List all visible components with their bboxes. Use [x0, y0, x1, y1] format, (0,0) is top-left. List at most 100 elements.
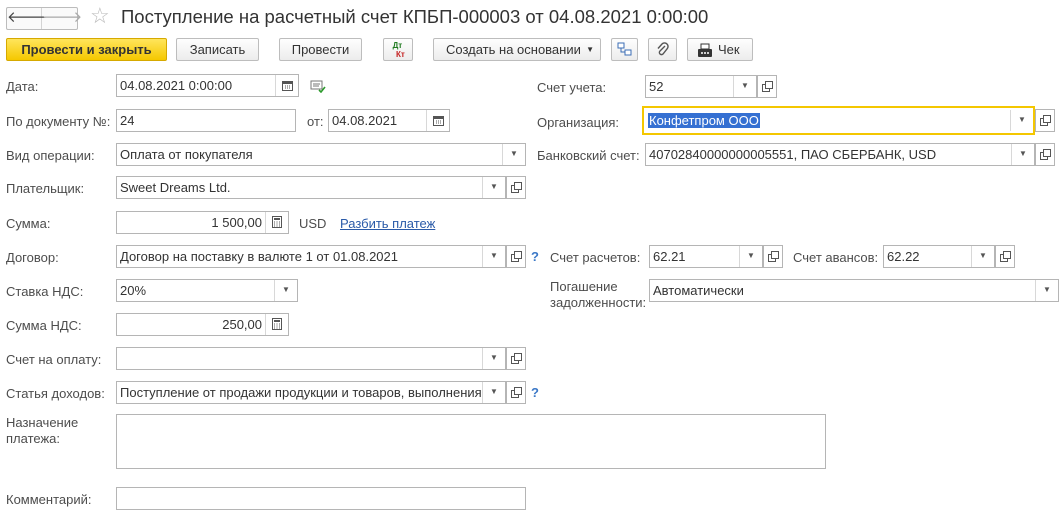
dt-kt-button[interactable]: Дт Кт: [383, 38, 413, 61]
open-organization-button[interactable]: [1035, 109, 1055, 132]
open-icon: [511, 182, 522, 193]
vat-amount-label: Сумма НДС:: [6, 318, 82, 333]
navigation-buttons: 🡐 🡒: [6, 7, 82, 30]
open-settlement-account-button[interactable]: [763, 245, 783, 268]
edit-document-icon[interactable]: [310, 79, 326, 96]
organization-value: Конфетпром ООО: [648, 113, 760, 128]
dropdown-arrow-icon[interactable]: ▼: [482, 177, 505, 198]
date-label: Дата:: [6, 79, 39, 94]
doc-from-date-field[interactable]: 04.08.2021: [328, 109, 450, 132]
amount-label: Сумма:: [6, 216, 51, 231]
amount-value: 1 500,00: [211, 215, 262, 230]
debt-repayment-value: Автоматически: [653, 283, 744, 298]
open-contract-button[interactable]: [506, 245, 526, 268]
open-icon: [511, 387, 522, 398]
contract-select[interactable]: Договор на поставку в валюте 1 от 01.08.…: [116, 245, 506, 268]
open-invoice-button[interactable]: [506, 347, 526, 370]
save-button[interactable]: Записать: [176, 38, 259, 61]
calendar-icon[interactable]: [275, 75, 298, 96]
debt-repayment-label: Погашение задолженности:: [550, 279, 647, 310]
dropdown-arrow-icon[interactable]: ▼: [482, 246, 505, 267]
purpose-textarea[interactable]: [116, 414, 826, 469]
invoice-label: Счет на оплату:: [6, 352, 102, 367]
dropdown-arrow-icon[interactable]: ▼: [971, 246, 994, 267]
settlement-account-select[interactable]: 62.21 ▼: [649, 245, 763, 268]
comment-field[interactable]: [116, 487, 526, 510]
date-value: 04.08.2021 0:00:00: [120, 78, 233, 93]
document-structure-button[interactable]: [611, 38, 638, 61]
open-icon: [1040, 115, 1051, 126]
post-button[interactable]: Провести: [279, 38, 362, 61]
income-item-label: Статья доходов:: [6, 386, 105, 401]
doc-from-date-value: 04.08.2021: [332, 113, 398, 128]
vat-amount-value: 250,00: [222, 317, 262, 332]
vat-amount-field[interactable]: 250,00: [116, 313, 289, 336]
receipt-button[interactable]: Чек: [687, 38, 753, 61]
doc-number-value: 24: [120, 113, 135, 128]
contract-help-icon[interactable]: ?: [531, 249, 539, 264]
open-icon: [1000, 251, 1011, 262]
amount-field[interactable]: 1 500,00: [116, 211, 289, 234]
contract-label: Договор:: [6, 250, 59, 265]
advance-account-value: 62.22: [887, 249, 920, 264]
currency-label: USD: [299, 216, 327, 231]
dropdown-arrow-icon[interactable]: ▼: [482, 348, 505, 369]
vat-rate-select[interactable]: 20% ▼: [116, 279, 298, 302]
income-item-value: Поступление от продажи продукции и товар…: [120, 385, 481, 400]
document-structure-icon: [617, 42, 632, 56]
operation-type-select[interactable]: Оплата от покупателя ▼: [116, 143, 526, 166]
invoice-select[interactable]: ▼: [116, 347, 506, 370]
doc-from-label: от:: [307, 114, 324, 129]
dropdown-arrow-icon[interactable]: ▼: [739, 246, 762, 267]
dropdown-arrow-icon[interactable]: ▼: [482, 382, 505, 403]
split-payment-link[interactable]: Разбить платеж: [340, 216, 435, 231]
open-account-button[interactable]: [757, 75, 777, 98]
account-value: 52: [649, 79, 664, 94]
date-field[interactable]: 04.08.2021 0:00:00: [116, 74, 299, 97]
back-arrow-icon[interactable]: 🡐: [7, 8, 47, 29]
attach-files-button[interactable]: [648, 38, 677, 61]
dropdown-arrow-icon[interactable]: ▼: [1011, 144, 1034, 165]
bank-account-label: Банковский счет:: [537, 148, 640, 163]
settlement-account-label: Счет расчетов:: [550, 250, 641, 265]
cash-register-icon: [698, 43, 712, 57]
post-and-close-button[interactable]: Провести и закрыть: [6, 38, 167, 61]
settlement-account-value: 62.21: [653, 249, 686, 264]
dropdown-arrow-icon[interactable]: ▼: [733, 76, 756, 97]
organization-select[interactable]: Конфетпром ООО ▼: [642, 106, 1035, 135]
payer-value: Sweet Dreams Ltd.: [120, 180, 231, 195]
dropdown-arrow-icon[interactable]: ▼: [502, 144, 525, 165]
income-item-help-icon[interactable]: ?: [531, 385, 539, 400]
operation-type-value: Оплата от покупателя: [120, 147, 253, 162]
payer-select[interactable]: Sweet Dreams Ltd. ▼: [116, 176, 506, 199]
open-payer-button[interactable]: [506, 176, 526, 199]
account-label: Счет учета:: [537, 80, 607, 95]
calendar-icon[interactable]: [426, 110, 449, 131]
open-advance-account-button[interactable]: [995, 245, 1015, 268]
debt-repayment-select[interactable]: Автоматически ▼: [649, 279, 1059, 302]
income-item-select[interactable]: Поступление от продажи продукции и товар…: [116, 381, 506, 404]
paperclip-icon: [657, 42, 669, 56]
calculator-icon[interactable]: [265, 314, 288, 335]
dropdown-arrow-icon[interactable]: ▼: [274, 280, 297, 301]
bank-account-select[interactable]: 40702840000000005551, ПАО СБЕРБАНК, USD …: [645, 143, 1035, 166]
bank-account-value: 40702840000000005551, ПАО СБЕРБАНК, USD: [649, 147, 937, 162]
account-select[interactable]: 52 ▼: [645, 75, 757, 98]
dropdown-arrow-icon[interactable]: ▼: [1035, 280, 1058, 301]
open-income-item-button[interactable]: [506, 381, 526, 404]
open-bank-account-button[interactable]: [1035, 143, 1055, 166]
doc-number-label: По документу №:: [6, 114, 111, 129]
favorite-star-icon[interactable]: ☆: [90, 4, 110, 28]
create-based-on-button[interactable]: Создать на основании ▼: [433, 38, 601, 61]
open-icon: [511, 251, 522, 262]
purpose-label: Назначение платежа:: [6, 415, 79, 446]
calculator-icon[interactable]: [265, 212, 288, 233]
forward-arrow-icon[interactable]: 🡒: [42, 8, 82, 29]
doc-number-field[interactable]: 24: [116, 109, 296, 132]
operation-type-label: Вид операции:: [6, 148, 95, 163]
advance-account-select[interactable]: 62.22 ▼: [883, 245, 995, 268]
dropdown-arrow-icon[interactable]: ▼: [1010, 110, 1033, 131]
vat-rate-value: 20%: [120, 283, 147, 298]
open-icon: [762, 81, 773, 92]
organization-label: Организация:: [537, 115, 620, 130]
